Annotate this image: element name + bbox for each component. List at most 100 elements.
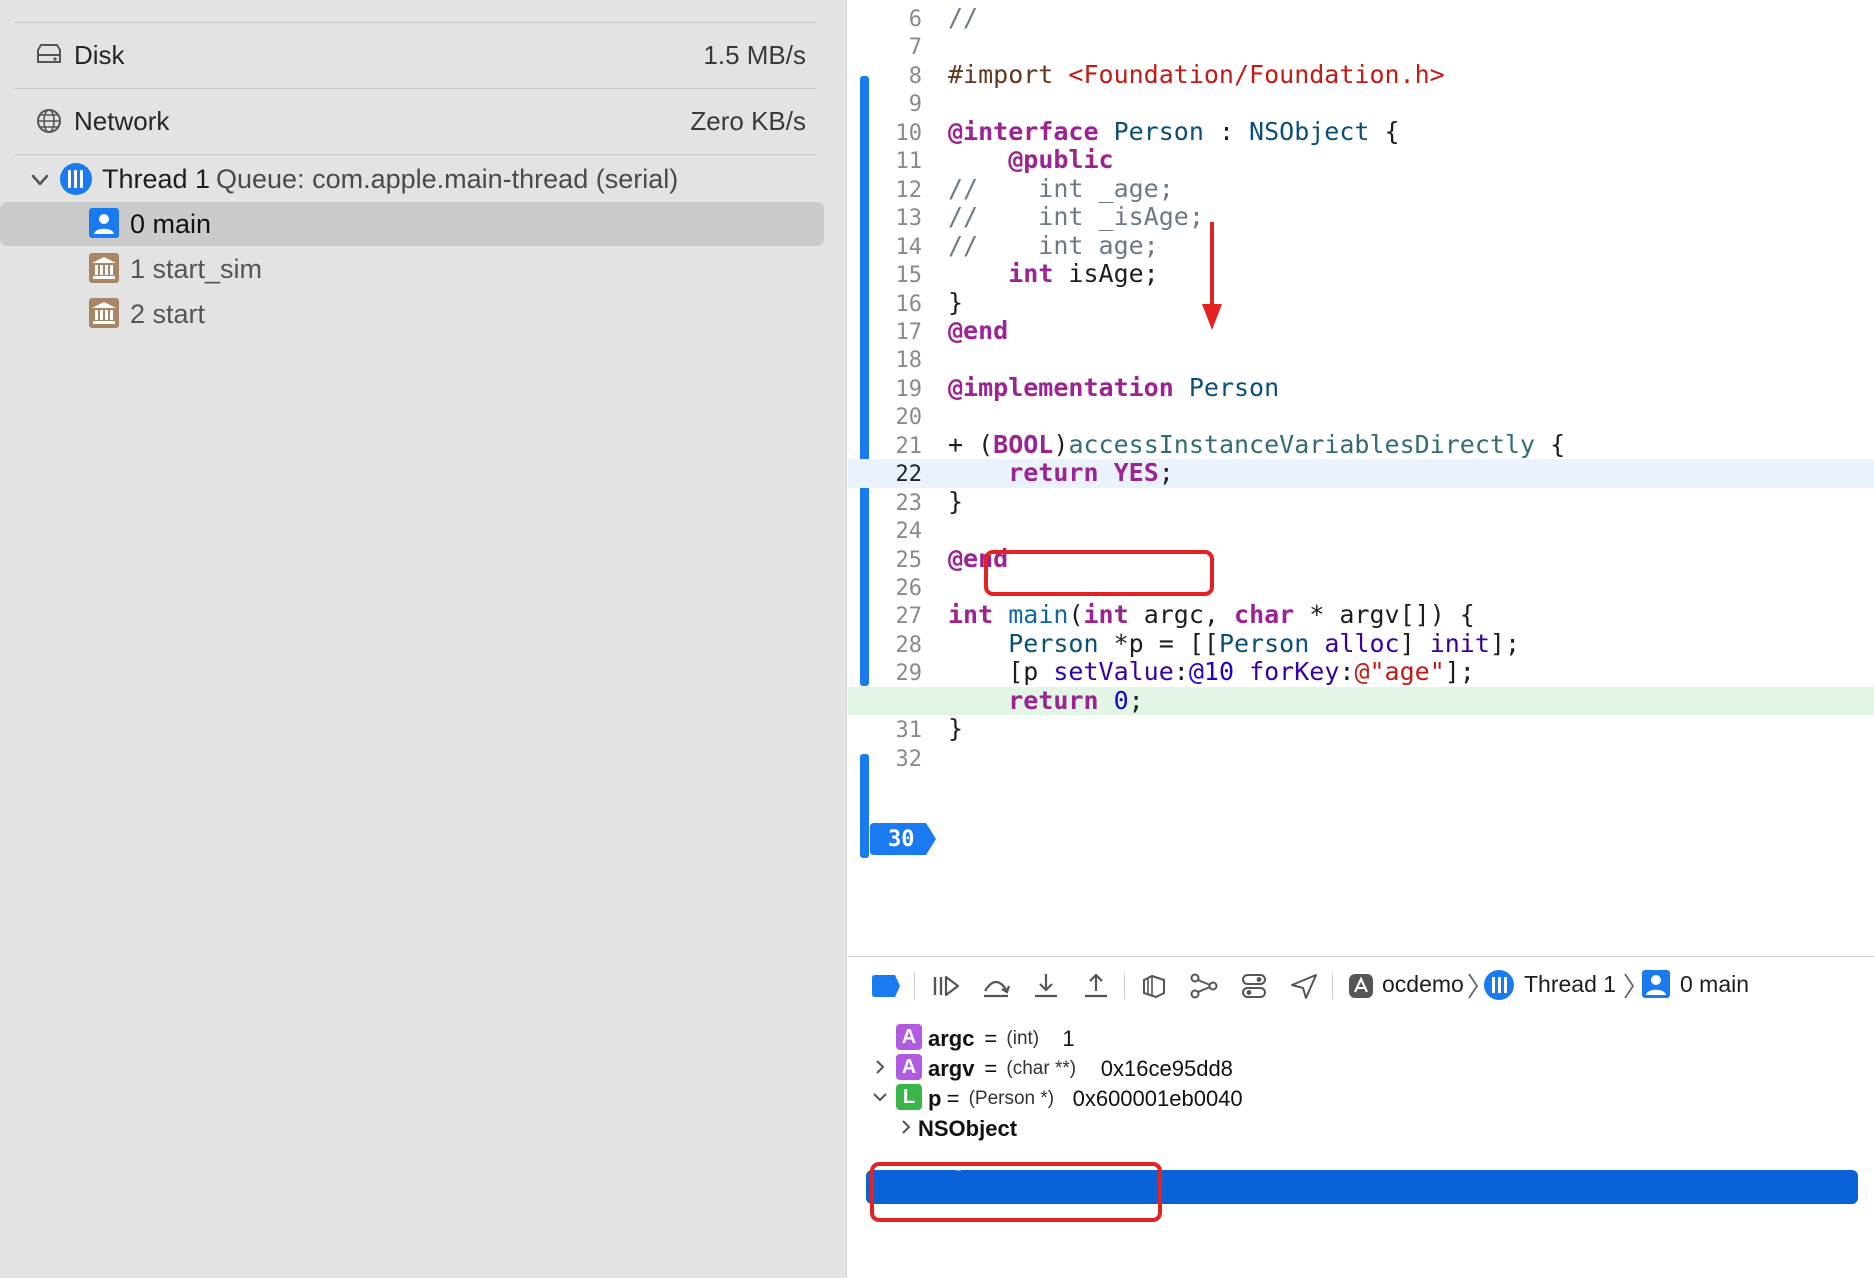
line-number[interactable]: 26 <box>848 576 923 601</box>
line-number[interactable]: 12 <box>848 178 923 203</box>
line-number[interactable]: 15 <box>848 263 923 288</box>
code-line[interactable]: return 0; <box>848 686 1874 716</box>
code-line[interactable]: 16} <box>848 288 1874 317</box>
code-line[interactable]: 17 @end <box>848 316 1874 345</box>
source-editor[interactable]: 6//7 8 #import <Foundation/Foundation.h> 9 1… <box>848 0 1874 956</box>
gauge-network[interactable]: Network Zero KB/s <box>14 88 816 155</box>
code-text[interactable]: int main(int argc, char * argv[]) { <box>948 600 1475 629</box>
code-text[interactable]: + (BOOL)accessInstanceVariablesDirectly … <box>948 430 1565 459</box>
line-number[interactable]: 21 <box>848 434 923 459</box>
line-number[interactable]: 17 <box>848 320 923 345</box>
breadcrumb-thread[interactable]: Thread 1 <box>1524 971 1616 998</box>
line-number[interactable]: 16 <box>848 292 923 317</box>
code-text[interactable]: // <box>948 3 978 32</box>
code-line[interactable]: 29 [p setValue:@10 forKey:@"age"]; <box>848 657 1874 686</box>
variable-row[interactable]: Aargv = (char **) 0x16ce95dd8 <box>848 1050 1874 1084</box>
chevron-down-icon[interactable] <box>872 1089 888 1105</box>
code-line[interactable]: 13 // int _isAge; <box>848 202 1874 231</box>
code-text[interactable]: Person *p = [[Person alloc] init]; <box>948 629 1520 658</box>
variable-row[interactable]: NSObject <box>848 1110 1874 1144</box>
code-text[interactable]: #import <Foundation/Foundation.h> <box>948 60 1445 89</box>
line-number[interactable]: 20 <box>848 405 923 430</box>
code-line[interactable]: 19 @implementation Person <box>848 373 1874 402</box>
line-number[interactable]: 25 <box>848 548 923 573</box>
simulate-location-icon[interactable] <box>1288 971 1320 1001</box>
line-number[interactable]: 19 <box>848 377 923 402</box>
line-number[interactable]: 27 <box>848 604 923 629</box>
chevron-right-icon[interactable] <box>872 1059 888 1075</box>
chevron-right-icon[interactable] <box>898 1119 914 1135</box>
code-text[interactable]: } <box>948 714 963 743</box>
code-text[interactable]: // int age; <box>948 231 1159 260</box>
pane-divider[interactable] <box>846 0 847 1278</box>
line-number[interactable]: 8 <box>848 64 922 89</box>
code-text[interactable]: [p setValue:@10 forKey:@"age"]; <box>948 657 1475 686</box>
code-line[interactable]: 10 @interface Person : NSObject { <box>848 117 1874 146</box>
code-line[interactable]: 11 @public <box>848 146 1874 175</box>
code-line[interactable]: 15 int isAge; <box>848 259 1874 288</box>
code-line[interactable]: 32 <box>848 744 1874 772</box>
line-number[interactable]: 14 <box>848 235 923 260</box>
thread-row[interactable]: Thread 1 Queue: com.apple.main-thread (s… <box>0 158 846 202</box>
line-number[interactable]: 13 <box>848 206 923 231</box>
view-hierarchy-icon[interactable] <box>1138 971 1170 1001</box>
code-text[interactable]: @interface Person : NSObject { <box>948 117 1400 146</box>
variable-name: argc <box>928 1026 975 1051</box>
code-line[interactable]: 8 #import <Foundation/Foundation.h> <box>848 60 1874 89</box>
breadcrumb-frame[interactable]: 0 main <box>1680 971 1749 998</box>
line-number[interactable]: 32 <box>848 747 923 772</box>
code-line[interactable]: 9 <box>848 89 1874 117</box>
line-number[interactable]: 29 <box>848 661 923 686</box>
code-line[interactable]: 22 return YES; <box>848 458 1874 488</box>
memory-graph-icon[interactable] <box>1188 971 1220 1001</box>
code-line[interactable]: 18 <box>848 345 1874 373</box>
code-text[interactable]: @implementation Person <box>948 373 1279 402</box>
line-number[interactable]: 28 <box>848 633 923 658</box>
code-line[interactable]: 14 // int age; <box>848 231 1874 260</box>
step-out-icon[interactable] <box>1080 971 1112 1001</box>
variable-row[interactable]: Aargc = (int) 1 <box>848 1020 1874 1054</box>
chevron-down-icon[interactable] <box>30 170 50 190</box>
gauge-disk[interactable]: Disk 1.5 MB/s <box>14 22 816 86</box>
environment-overrides-icon[interactable] <box>1238 971 1270 1001</box>
stack-frame-start-sim[interactable]: 1 start_sim <box>0 247 846 291</box>
step-over-icon[interactable] <box>980 971 1012 1001</box>
line-number[interactable]: 7 <box>848 35 922 60</box>
code-line[interactable]: 27 int main(int argc, char * argv[]) { <box>848 600 1874 629</box>
code-text[interactable]: // int _age; <box>948 174 1174 203</box>
code-line[interactable]: 21 + (BOOL)accessInstanceVariablesDirectl… <box>848 430 1874 459</box>
line-number[interactable]: 31 <box>848 718 923 743</box>
line-number[interactable]: 24 <box>848 519 923 544</box>
code-text[interactable]: } <box>948 487 963 516</box>
step-into-icon[interactable] <box>1030 971 1062 1001</box>
line-number[interactable]: 22 <box>848 462 923 487</box>
line-number[interactable]: 11 <box>848 149 923 174</box>
code-line[interactable]: 31} <box>848 714 1874 743</box>
line-number[interactable]: 23 <box>848 491 923 516</box>
variable-row[interactable]: Lp = (Person *) 0x600001eb0040 <box>848 1080 1874 1114</box>
code-line[interactable]: 6 // <box>848 3 1874 32</box>
code-line[interactable]: 23} <box>848 487 1874 516</box>
code-text[interactable]: int isAge; <box>948 259 1159 288</box>
stack-frame-start[interactable]: 2 start <box>0 292 846 336</box>
line-number[interactable]: 10 <box>848 121 923 146</box>
breadcrumb-target[interactable]: ocdemo <box>1382 971 1464 998</box>
library-icon <box>89 298 119 328</box>
breakpoints-toggle-icon[interactable] <box>870 971 902 1001</box>
code-line[interactable]: 28 Person *p = [[Person alloc] init]; <box>848 629 1874 658</box>
code-text[interactable]: return YES; <box>948 458 1174 487</box>
code-line[interactable]: 7 <box>848 32 1874 60</box>
line-number[interactable]: 9 <box>848 92 922 117</box>
code-text[interactable]: // int _isAge; <box>948 202 1204 231</box>
code-text[interactable]: } <box>948 288 963 317</box>
line-number[interactable]: 6 <box>848 7 922 32</box>
code-text[interactable]: @public <box>948 146 1113 174</box>
stack-frame-main[interactable]: 0 main <box>0 202 824 246</box>
code-line[interactable]: 24 <box>848 516 1874 544</box>
continue-icon[interactable] <box>930 971 962 1001</box>
code-text[interactable]: @end <box>948 316 1008 345</box>
line-number[interactable]: 18 <box>848 348 923 373</box>
code-line[interactable]: 12 // int _age; <box>848 174 1874 203</box>
code-text[interactable]: return 0; <box>948 686 1144 715</box>
code-line[interactable]: 20 <box>848 402 1874 430</box>
